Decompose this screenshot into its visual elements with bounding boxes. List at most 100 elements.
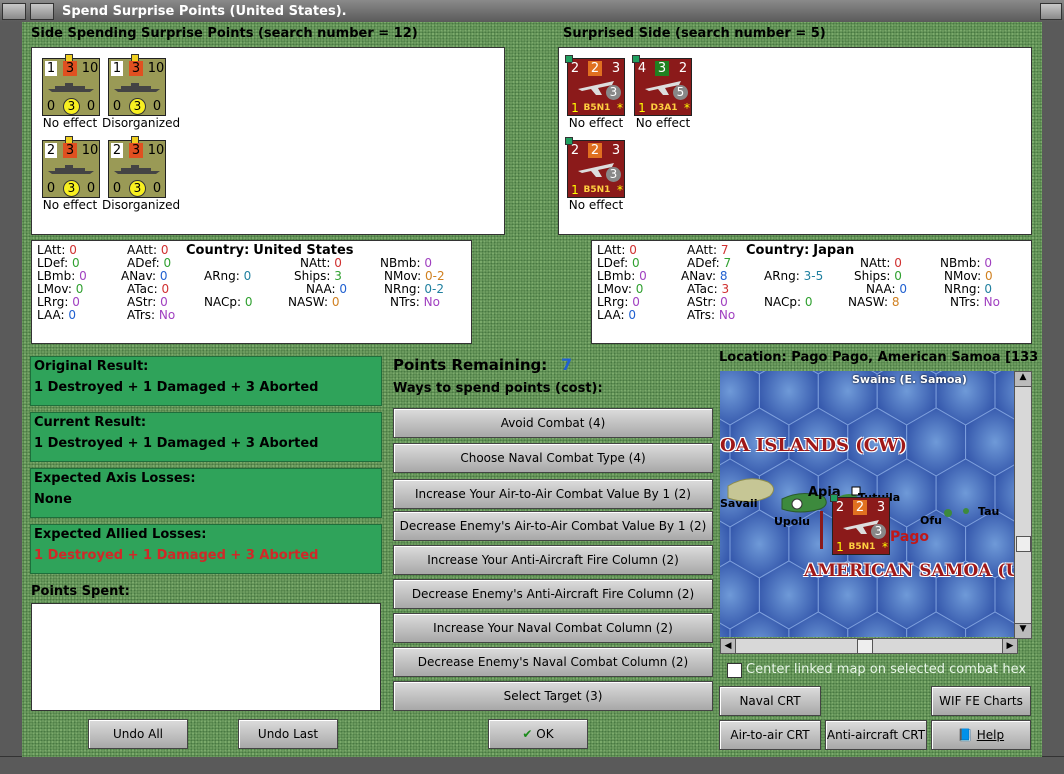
spend-option-label: Increase Your Anti-Aircraft Fire Column … xyxy=(427,553,679,567)
center-map-checkbox[interactable] xyxy=(727,663,742,678)
scroll-right-icon[interactable]: ▶ xyxy=(1002,639,1017,653)
undo-last-button[interactable]: Undo Last xyxy=(238,719,338,749)
counter-top-right: 10 xyxy=(81,143,99,158)
spend-option-button[interactable]: Decrease Enemy's Anti-Aircraft Fire Colu… xyxy=(393,579,713,609)
points-spent-list[interactable] xyxy=(31,603,381,711)
map-unit-counter[interactable]: 2 2 3 3 1 B5N1 * xyxy=(830,494,890,555)
help-button[interactable]: 📘 Help xyxy=(931,720,1031,750)
stat-value: 3 xyxy=(334,269,342,283)
scroll-h-thumb[interactable] xyxy=(857,639,873,654)
surprised-unit-counter[interactable]: 4 3 2 5 1 D3A1 * xyxy=(632,55,692,116)
minimize-button[interactable] xyxy=(30,3,54,20)
stat-label: ADef: xyxy=(687,256,724,270)
ways-to-spend-label: Ways to spend points (cost): xyxy=(393,381,603,396)
stat-label: ATrs: xyxy=(687,308,719,322)
stat-label: LAtt: xyxy=(37,243,70,257)
stat-value: 0 xyxy=(984,256,993,270)
left-side-header: Side Spending Surprise Points (search nu… xyxy=(31,26,418,41)
air-crt-button[interactable]: Air-to-air CRT xyxy=(719,720,821,750)
stat-latt: LAtt: 0 xyxy=(597,243,637,257)
stat-value: 0 xyxy=(635,282,644,296)
stat-label: LAtt: xyxy=(597,243,630,257)
surprised-side-units-panel[interactable]: 2 2 3 3 1 B5N1 * No effect 4 3 2 5 1 D3A1 * No effect 2 2… xyxy=(558,47,1032,235)
frame-left xyxy=(0,22,23,757)
country-label: Country: United States xyxy=(186,243,354,258)
scroll-up-icon[interactable]: ▲ xyxy=(1015,372,1031,387)
port-marker-icon xyxy=(791,498,803,510)
stat-label: NAtt: xyxy=(300,256,335,270)
system-menu-button[interactable] xyxy=(2,3,26,20)
stat-label: LRrg: xyxy=(37,295,73,309)
stat-lmov: LMov: 0 xyxy=(37,282,83,296)
stat-value: 7 xyxy=(720,243,729,257)
spending-unit-counter[interactable]: 1 3 10 0 3 0 xyxy=(42,54,100,116)
spend-option-button[interactable]: Choose Naval Combat Type (4) xyxy=(393,443,713,473)
counter-bottom-left: 0 xyxy=(112,181,122,196)
stat-label: NAA: xyxy=(866,282,900,296)
stat-lrrg: LRrg: 0 xyxy=(597,295,640,309)
stat-label: ARng: xyxy=(204,269,244,283)
spend-option-button[interactable]: Select Target (3) xyxy=(393,681,713,711)
spending-unit-counter[interactable]: 1 3 10 0 3 0 xyxy=(108,54,166,116)
stat-nbmb: NBmb: 0 xyxy=(380,256,432,270)
stat-adef: ADef: 0 xyxy=(127,256,171,270)
help-book-icon: 📘 xyxy=(957,728,973,742)
stat-value: 3-5 xyxy=(803,269,824,283)
stat-value: 0 xyxy=(160,295,168,309)
counter-range-circle: 5 xyxy=(673,85,688,100)
stat-natt: NAtt: 0 xyxy=(300,256,342,270)
stat-value: No xyxy=(158,308,176,322)
stat-value: No xyxy=(983,295,1000,309)
spending-unit-counter[interactable]: 2 3 10 0 3 0 xyxy=(108,136,166,198)
original-result-value: 1 Destroyed + 1 Damaged + 3 Aborted xyxy=(34,380,319,395)
spending-side-units-panel[interactable]: 1 3 10 0 3 0 No effect 1 3 10 0 3 0 Disorganized 2 3 10 0… xyxy=(31,47,505,235)
scroll-left-icon[interactable]: ◀ xyxy=(721,639,736,653)
counter-bottom-left: 1 xyxy=(836,540,844,554)
surprised-unit-counter[interactable]: 2 2 3 3 1 B5N1 * xyxy=(565,55,625,116)
ok-button[interactable]: ✔ OK xyxy=(488,719,588,749)
stat-astr: AStr: 0 xyxy=(127,295,168,309)
spend-option-button[interactable]: Decrease Enemy's Air-to-Air Combat Value… xyxy=(393,511,713,541)
map-horizontal-scrollbar[interactable]: ◀ ▶ xyxy=(720,638,1018,654)
stat-label: Ships: xyxy=(854,269,895,283)
stat-value: 0 xyxy=(161,282,170,296)
spend-option-button[interactable]: Increase Your Air-to-Air Combat Value By… xyxy=(393,479,713,509)
undo-all-button[interactable]: Undo All xyxy=(88,719,188,749)
stat-label: NMov: xyxy=(944,269,985,283)
ship-silhouette-icon xyxy=(47,81,95,92)
counter-caption: No effect xyxy=(635,116,691,130)
aa-crt-button[interactable]: Anti-aircraft CRT xyxy=(825,720,927,750)
scroll-thumb[interactable] xyxy=(1016,536,1031,552)
close-button[interactable] xyxy=(1040,3,1062,20)
wif-charts-button[interactable]: WIF FE Charts xyxy=(931,686,1031,716)
stat-label: NASW: xyxy=(848,295,892,309)
spend-option-button[interactable]: Avoid Combat (4) xyxy=(393,408,713,438)
scroll-down-icon[interactable]: ▼ xyxy=(1015,623,1031,638)
stat-value: 0 xyxy=(334,256,342,270)
surprised-unit-counter[interactable]: 2 2 3 3 1 B5N1 * xyxy=(565,137,625,198)
spend-option-button[interactable]: Decrease Enemy's Naval Combat Column (2) xyxy=(393,647,713,677)
stat-value: 8 xyxy=(719,269,728,283)
japan-stats-panel: LAtt: 0 LDef: 0 LBmb: 0 LMov: 0 LRrg: 0 LAA: … xyxy=(591,240,1032,344)
stat-value: 0 xyxy=(72,295,80,309)
counter-caption: No effect xyxy=(42,198,98,212)
stat-anav: ANav: 8 xyxy=(681,269,727,283)
counter-top-left: 2 xyxy=(45,143,57,158)
stat-value: 0-2 xyxy=(424,282,445,296)
points-remaining-label: Points Remaining: xyxy=(393,356,548,374)
stat-astr: AStr: 0 xyxy=(687,295,728,309)
spending-unit-counter[interactable]: 2 3 10 0 3 0 xyxy=(42,136,100,198)
spend-option-button[interactable]: Increase Your Naval Combat Column (2) xyxy=(393,613,713,643)
spend-option-button[interactable]: Increase Your Anti-Aircraft Fire Column … xyxy=(393,545,713,575)
linked-map[interactable]: Swains (E. Samoa) OA ISLANDS (CW) AMERIC… xyxy=(720,371,1017,637)
stat-nrng: NRng: 0 xyxy=(944,282,992,296)
stat-latt: LAtt: 0 xyxy=(37,243,77,257)
title-bar[interactable]: Spend Surprise Points (United States). xyxy=(0,0,1064,23)
map-vertical-scrollbar[interactable]: ▲ ▼ xyxy=(1014,371,1032,639)
stat-lbmb: LBmb: 0 xyxy=(37,269,87,283)
window-title: Spend Surprise Points (United States). xyxy=(62,4,347,19)
map-label-upolu: Upolu xyxy=(774,515,810,528)
stat-label: NBmb: xyxy=(940,256,985,270)
counter-bottom-left: 1 xyxy=(571,183,579,197)
naval-crt-button[interactable]: Naval CRT xyxy=(719,686,821,716)
